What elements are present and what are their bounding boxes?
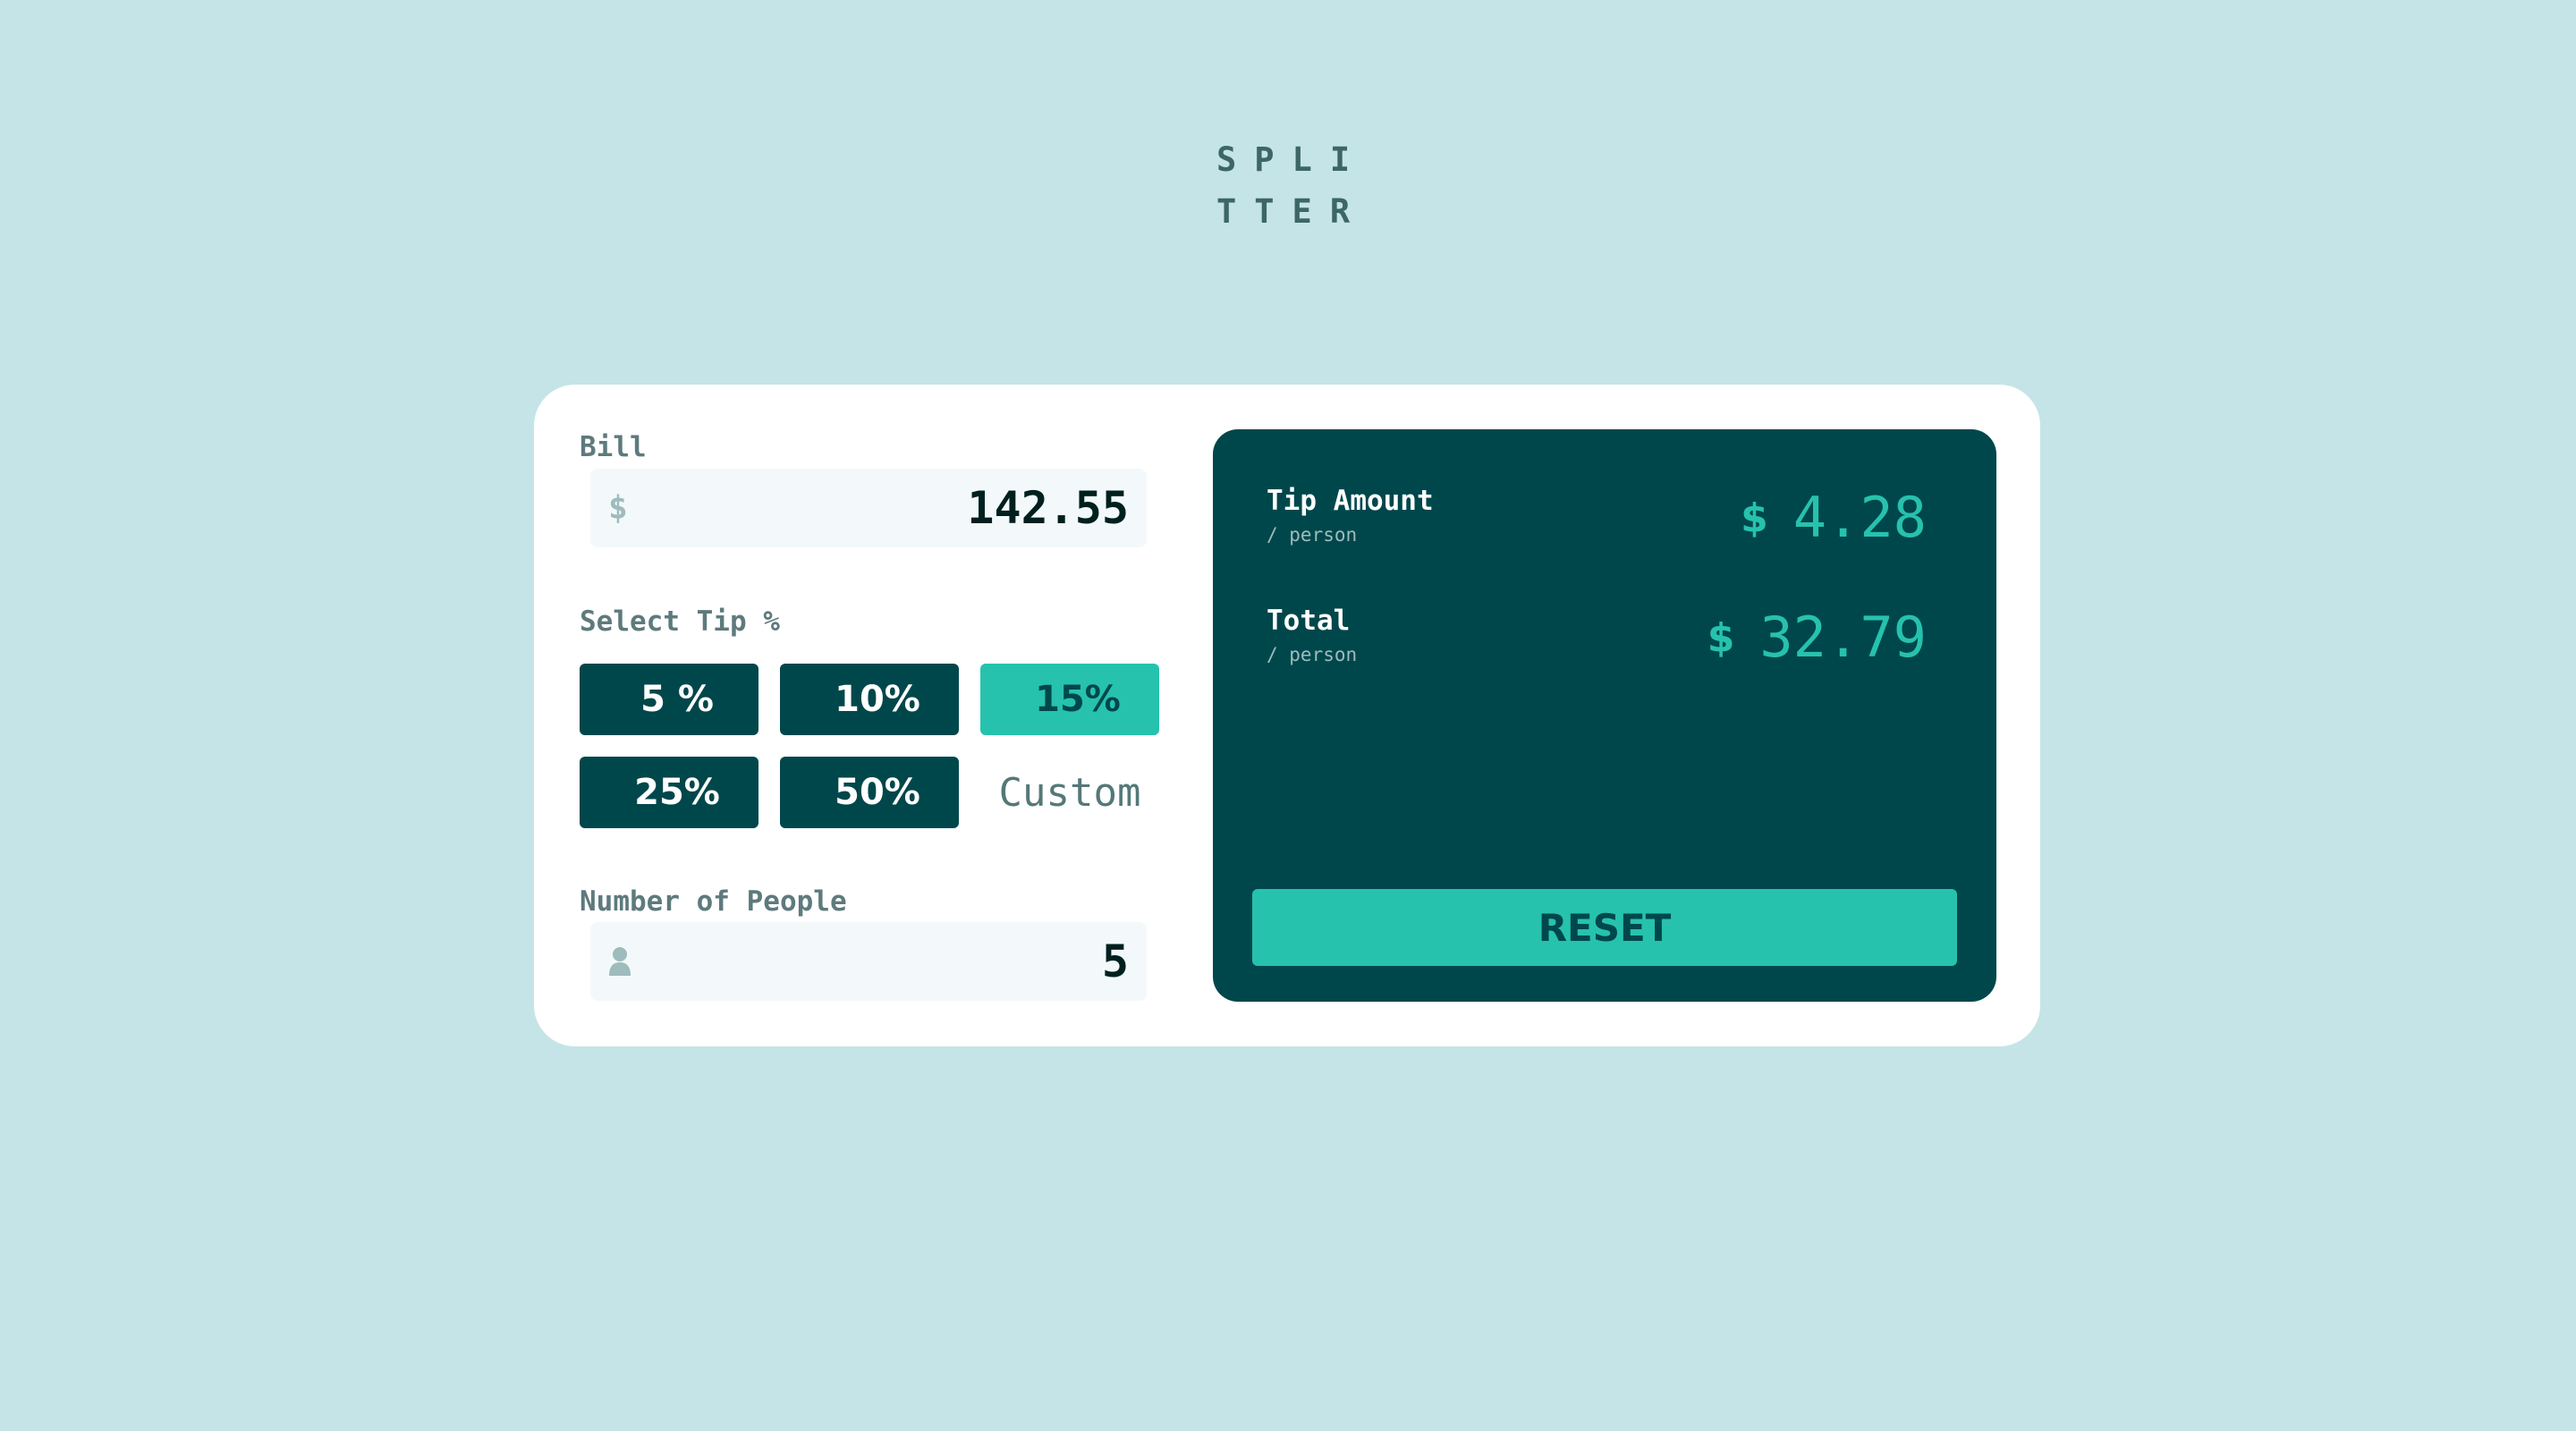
app-logo: SPLI TTER [1216, 134, 1360, 238]
reset-button[interactable]: RESET [1252, 889, 1957, 966]
select-tip-label: Select Tip % [580, 605, 780, 638]
tip-button-5[interactable]: 5 % [580, 664, 758, 735]
results-panel: Tip Amount / person $4.28 Total / person… [1213, 429, 1996, 1002]
person-icon [608, 946, 631, 977]
bill-label: Bill [580, 431, 647, 463]
tip-currency: $ [1741, 495, 1768, 541]
bill-value: 142.55 [967, 482, 1129, 534]
dollar-icon: $ [608, 489, 628, 527]
tip-amount-label: Tip Amount [1267, 485, 1434, 517]
tip-button-50[interactable]: 50% [780, 757, 959, 828]
custom-tip-input[interactable]: Custom [980, 757, 1159, 828]
total-number: 32.79 [1759, 605, 1927, 670]
people-value: 5 [1101, 936, 1129, 987]
tip-button-15[interactable]: 15% [980, 664, 1159, 735]
tip-amount-number: 4.28 [1792, 485, 1927, 550]
bill-input[interactable]: $ 142.55 [590, 469, 1147, 547]
total-label: Total [1267, 605, 1351, 637]
people-label: Number of People [580, 885, 847, 918]
people-input[interactable]: 5 [590, 922, 1147, 1001]
tip-button-25[interactable]: 25% [580, 757, 758, 828]
tip-amount-sub: / person [1267, 524, 1358, 546]
total-currency: $ [1707, 615, 1735, 661]
total-value: $32.79 [1707, 605, 1927, 670]
tip-button-10[interactable]: 10% [780, 664, 959, 735]
tip-amount-value: $4.28 [1741, 485, 1927, 550]
logo-line-1: SPLI [1216, 140, 1368, 179]
logo-line-2: TTER [1216, 192, 1368, 231]
total-sub: / person [1267, 644, 1358, 665]
